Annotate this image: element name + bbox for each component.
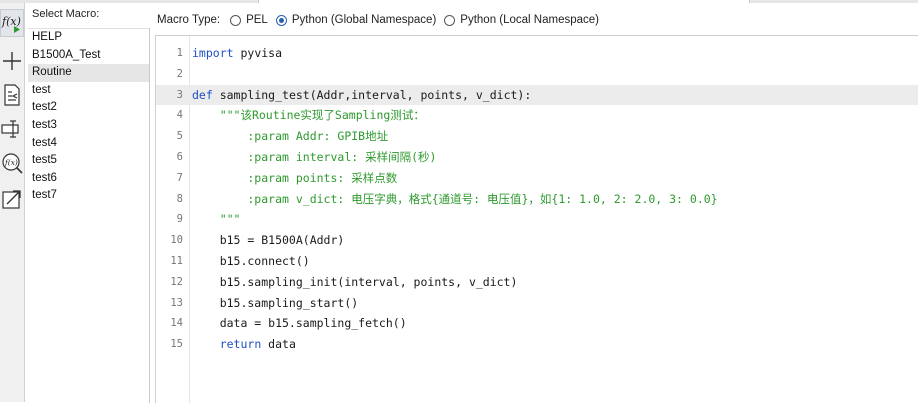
radio-python-global-circle[interactable] <box>275 14 287 26</box>
select-macro-label: Select Macro: <box>32 8 100 20</box>
macro-item[interactable]: test2 <box>28 99 149 117</box>
active-tab-edge[interactable] <box>258 0 750 3</box>
code-line[interactable]: 13 b15.sampling_start() <box>156 293 918 313</box>
code-text: :param points: 采样点数 <box>192 168 397 188</box>
macro-toolbar: f(x) f(x) <box>0 3 25 402</box>
macro-item[interactable]: B1500A_Test <box>28 47 149 65</box>
code-line[interactable]: 1 import pyvisa <box>156 43 918 63</box>
line-number: 4 <box>176 109 183 122</box>
window-top-strip <box>0 0 918 3</box>
line-number: 11 <box>170 255 183 267</box>
code-line[interactable]: 8 :param v_dict: 电压字典，格式{通道号: 电压值}，如{1: … <box>156 189 918 209</box>
code-text: """该Routine实现了Sampling测试： <box>192 105 425 125</box>
rename-icon[interactable] <box>0 115 24 143</box>
code-line[interactable]: 9 """ <box>156 209 918 229</box>
code-text: def sampling_test(Addr,interval, points,… <box>192 85 531 105</box>
macro-item[interactable]: test <box>28 82 149 100</box>
svg-text:f(x): f(x) <box>4 158 18 167</box>
code-text: b15 = B1500A(Addr) <box>192 230 345 250</box>
code-docstring: """该Routine实现了Sampling测试： <box>192 108 425 123</box>
macro-item[interactable]: test6 <box>28 170 149 188</box>
code-line[interactable]: 10 b15 = B1500A(Addr) <box>156 230 918 250</box>
code-line[interactable]: 15 return data <box>156 334 918 354</box>
radio-pel-label: PEL <box>246 14 268 26</box>
code-token: b15.connect() <box>192 254 310 268</box>
code-token: b15 = B1500A(Addr) <box>192 233 345 248</box>
code-docstring: """ <box>192 212 241 227</box>
code-docstring: :param interval: 采样间隔(秒) <box>192 150 437 164</box>
code-token: b15.sampling_init(interval, points, v_di… <box>192 274 518 289</box>
macro-type-label: Macro Type: <box>157 14 221 26</box>
line-number: 6 <box>176 151 183 163</box>
code-line[interactable]: 5 :param Addr: GPIB地址 <box>156 126 918 146</box>
line-number: 13 <box>170 296 183 309</box>
code-keyword: return <box>219 337 262 352</box>
radio-python-local-circle[interactable] <box>444 14 456 26</box>
function-run-icon[interactable]: f(x) <box>0 9 24 37</box>
code-line[interactable]: 6 :param interval: 采样间隔(秒) <box>156 147 918 167</box>
code-text: return data <box>192 334 296 354</box>
code-editor[interactable]: 1 import pyvisa 2 3 def sampling_test(Addr,i… <box>155 35 918 403</box>
code-token: sampling_test(Addr,interval, points, v_d… <box>212 87 532 102</box>
line-number: 12 <box>170 275 183 288</box>
add-icon[interactable] <box>0 47 24 75</box>
svg-text:f(x): f(x) <box>1 15 21 28</box>
line-number: 10 <box>170 234 183 247</box>
radio-python-local[interactable]: Python (Local Namespace) <box>444 14 599 26</box>
macro-list[interactable]: HELP B1500A_Test Routine test test2 test3 test… <box>28 28 150 403</box>
import-icon[interactable] <box>0 81 24 109</box>
code-line[interactable]: 4 """该Routine实现了Sampling测试： <box>156 105 918 125</box>
macro-item[interactable]: HELP <box>28 29 149 47</box>
code-line[interactable]: 14 data = b15.sampling_fetch() <box>156 313 918 333</box>
code-text: data = b15.sampling_fetch() <box>192 313 407 333</box>
code-line[interactable]: 2 <box>156 64 918 84</box>
export-icon[interactable] <box>0 185 24 213</box>
code-line[interactable]: 7 :param points: 采样点数 <box>156 168 918 188</box>
code-docstring: :param v_dict: 电压字典，格式{通道号: 电压值}，如{1: 1.… <box>192 191 718 206</box>
line-number: 8 <box>176 192 183 205</box>
code-text: :param interval: 采样间隔(秒) <box>192 147 436 167</box>
code-text: b15.sampling_start() <box>192 293 358 313</box>
macro-item[interactable]: test5 <box>28 152 149 170</box>
code-text: b15.connect() <box>192 251 310 271</box>
line-number: 7 <box>176 171 183 184</box>
macro-type-group: Macro Type: PEL Python (Global Namespace… <box>157 12 607 28</box>
radio-pel[interactable]: PEL <box>230 14 268 26</box>
code-keyword: import <box>192 46 234 60</box>
macro-item[interactable]: test4 <box>28 135 149 153</box>
code-text: import pyvisa <box>192 43 282 63</box>
code-token: data <box>261 337 296 352</box>
line-number: 15 <box>170 338 183 351</box>
radio-python-global-label: Python (Global Namespace) <box>291 14 437 26</box>
radio-pel-circle[interactable] <box>230 14 242 26</box>
code-text: """ <box>192 209 241 229</box>
radio-python-local-label: Python (Local Namespace) <box>460 14 600 26</box>
line-number: 14 <box>170 317 183 330</box>
code-token: pyvisa <box>233 46 283 60</box>
line-number: 9 <box>176 213 183 226</box>
code-docstring: :param points: 采样点数 <box>192 170 398 185</box>
code-line[interactable]: 3 def sampling_test(Addr,interval, points… <box>156 84 918 105</box>
line-number: 1 <box>176 47 183 59</box>
line-number: 2 <box>176 67 183 80</box>
macro-item[interactable]: test7 <box>28 187 149 205</box>
function-search-icon[interactable]: f(x) <box>0 149 24 177</box>
macro-item[interactable]: Routine <box>28 64 149 82</box>
code-line[interactable]: 12 b15.sampling_init(interval, points, v… <box>156 272 918 292</box>
code-keyword: def <box>192 87 213 102</box>
code-token: b15.sampling_start() <box>192 295 359 310</box>
code-line[interactable]: 11 b15.connect() <box>156 251 918 271</box>
code-text: b15.sampling_init(interval, points, v_di… <box>192 272 518 292</box>
macro-item[interactable]: test3 <box>28 117 149 135</box>
code-text: :param Addr: GPIB地址 <box>192 126 388 146</box>
code-token: data = b15.sampling_fetch() <box>192 316 407 331</box>
line-number: 5 <box>176 130 183 143</box>
radio-python-global[interactable]: Python (Global Namespace) <box>275 14 437 26</box>
line-number: 3 <box>176 88 183 101</box>
code-docstring: :param Addr: GPIB地址 <box>192 129 389 144</box>
code-text: :param v_dict: 电压字典，格式{通道号: 电压值}，如{1: 1.… <box>192 189 718 209</box>
